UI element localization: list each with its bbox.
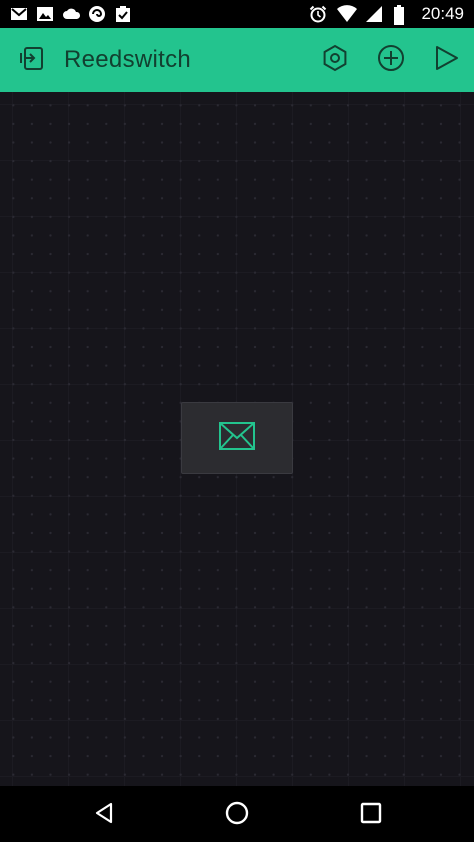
recents-button[interactable] (358, 802, 384, 828)
cloud-icon (62, 5, 81, 23)
page-title: Reedswitch (64, 46, 192, 73)
recents-icon (359, 801, 383, 830)
status-clock: 20:49 (421, 4, 464, 23)
clipboard-check-icon (114, 5, 132, 23)
back-icon (92, 801, 116, 830)
email-icon (219, 421, 255, 455)
wifi-icon (337, 5, 358, 23)
exit-icon (17, 43, 47, 78)
app-bar: Reedswitch (0, 28, 474, 92)
back-button[interactable] (91, 802, 117, 828)
add-icon (376, 43, 406, 78)
status-bar: 20:49 (0, 0, 474, 28)
home-button[interactable] (224, 800, 250, 831)
add-widget-button[interactable] (375, 44, 407, 76)
settings-icon (320, 43, 350, 78)
signal-icon (365, 5, 383, 23)
settings-button[interactable] (319, 44, 351, 76)
email-widget[interactable] (181, 402, 293, 474)
home-icon (224, 800, 250, 831)
notification-icons (10, 5, 132, 23)
alarm-icon (309, 5, 327, 23)
battery-icon (393, 5, 411, 25)
exit-button[interactable] (16, 44, 48, 76)
play-icon (431, 43, 461, 78)
gmail-icon (10, 5, 28, 23)
app-icon (88, 5, 106, 23)
play-button[interactable] (430, 44, 462, 76)
navigation-bar (0, 786, 474, 842)
system-icons: 20:49 (309, 4, 464, 25)
image-icon (36, 5, 54, 23)
